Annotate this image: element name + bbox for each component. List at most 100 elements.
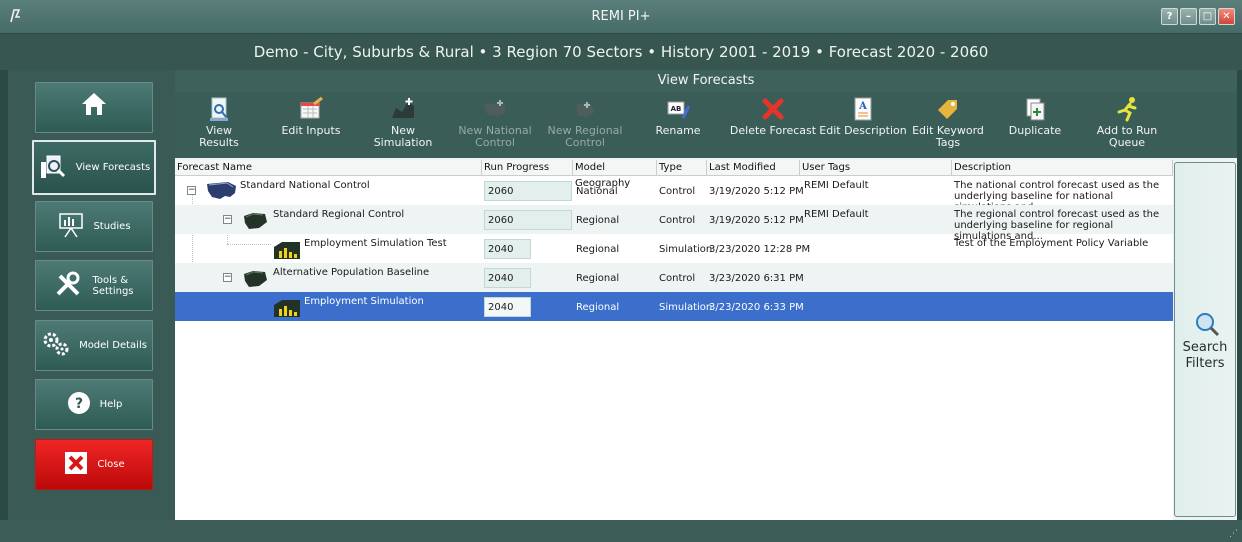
close-icon: [63, 450, 89, 479]
column-header-model-geography[interactable]: Model Geography: [573, 160, 657, 189]
table-row[interactable]: Employment Simulation Test 2040 Regional…: [175, 234, 1173, 263]
tag-icon: [938, 100, 957, 119]
nav-label: Model Details: [79, 340, 147, 351]
view-results-icon: [210, 97, 228, 121]
nav-tools-settings-button[interactable]: Tools & Settings: [35, 260, 153, 311]
table-row[interactable]: − Alternative Population Baseline 2040 R…: [175, 263, 1173, 292]
svg-text:A: A: [858, 101, 867, 112]
edit-description-icon: A: [854, 97, 872, 121]
svg-text:AB: AB: [671, 105, 682, 113]
view-results-button[interactable]: View Results: [189, 96, 249, 149]
title-bar: REMI PI+ ? – □ ✕: [0, 0, 1242, 34]
forecast-name: Standard Regional Control: [273, 209, 405, 220]
left-nav: View Forecasts Studies Tools & Settings …: [8, 70, 175, 520]
column-header-description[interactable]: Description: [952, 160, 1173, 176]
svg-text:?: ?: [75, 396, 83, 412]
edit-description-button[interactable]: A Edit Description: [819, 96, 907, 137]
panel-title: View Forecasts: [175, 70, 1237, 92]
window-title: REMI PI+: [591, 9, 651, 24]
rename-button[interactable]: AB Rename: [648, 96, 708, 137]
new-regional-control-button[interactable]: New Regional Control: [545, 96, 625, 149]
collapse-toggle[interactable]: −: [223, 273, 232, 282]
help-icon: ?: [66, 390, 92, 419]
minimize-button[interactable]: –: [1180, 8, 1197, 25]
table-row[interactable]: − Standard Regional Control 2060 Regiona…: [175, 205, 1173, 242]
delete-icon: [762, 98, 784, 120]
nav-close-button[interactable]: Close: [35, 439, 153, 490]
last-modified: 3/19/2020 5:12 PM: [709, 215, 804, 226]
nav-label: Tools & Settings: [92, 274, 134, 297]
description: Test of the Employment Policy Variable: [954, 238, 1149, 249]
add-to-run-queue-button[interactable]: Add to Run Queue: [1092, 96, 1162, 149]
run-progress: 2060: [484, 181, 572, 201]
new-simulation-icon: [392, 98, 414, 118]
nav-label: View Forecasts: [75, 162, 151, 173]
region-map-icon: [244, 213, 267, 229]
main-panel: View Forecasts View Results Edit Inputs …: [175, 70, 1237, 520]
edit-inputs-button[interactable]: Edit Inputs: [281, 96, 341, 137]
last-modified: 3/23/2020 6:31 PM: [709, 273, 804, 284]
toolbar: View Results Edit Inputs New Simulation …: [175, 92, 1237, 158]
delete-forecast-button[interactable]: Delete Forecast: [725, 96, 821, 137]
resize-grip-icon[interactable]: ⋰: [1229, 529, 1238, 539]
column-header-run-progress[interactable]: Run Progress: [482, 160, 573, 176]
maximize-button[interactable]: □: [1199, 8, 1216, 25]
forecast-name: Employment Simulation: [304, 296, 424, 307]
simulation-chart-icon: [274, 242, 300, 259]
collapse-toggle[interactable]: −: [187, 186, 196, 195]
last-modified: 3/23/2020 6:33 PM: [709, 302, 804, 313]
region-map-icon: [244, 271, 267, 287]
nav-label: Studies: [93, 221, 131, 232]
forecast-name: Standard National Control: [240, 180, 370, 191]
column-header-user-tags[interactable]: User Tags: [800, 160, 952, 176]
run-progress: 2040: [484, 297, 531, 317]
model-geography: Regional: [576, 273, 620, 284]
model-geography: Regional: [576, 215, 620, 226]
forecast-type: Simulation: [659, 244, 713, 255]
last-modified: 3/23/2020 12:28 PM: [709, 244, 811, 255]
run-progress: 2040: [484, 239, 531, 259]
table-row-selected[interactable]: Employment Simulation 2040 Regional Simu…: [175, 292, 1173, 321]
view-forecasts-icon: [38, 152, 68, 183]
tools-icon: [54, 270, 84, 301]
forecast-type: Control: [659, 186, 696, 197]
new-simulation-button[interactable]: New Simulation: [361, 96, 445, 149]
table-row[interactable]: − Standard National Control 2060 Nationa…: [175, 176, 1173, 213]
table-header: Forecast Name Run Progress Model Geograp…: [175, 160, 1173, 189]
search-filters-label: Search Filters: [1182, 340, 1228, 371]
rename-icon: AB: [667, 101, 691, 119]
user-tags: REMI Default: [804, 209, 869, 220]
forecast-type: Simulation: [659, 302, 713, 313]
column-header-forecast-name[interactable]: Forecast Name: [175, 160, 482, 176]
forecast-type: Control: [659, 273, 696, 284]
forecast-table: Forecast Name Run Progress Model Geograp…: [175, 160, 1173, 520]
search-filters-button[interactable]: Search Filters: [1174, 162, 1236, 517]
collapse-toggle[interactable]: −: [223, 215, 232, 224]
gears-icon: [41, 330, 71, 361]
forecast-name: Alternative Population Baseline: [273, 267, 430, 278]
forecast-name: Employment Simulation Test: [304, 238, 447, 249]
us-map-icon: [207, 182, 236, 199]
edit-inputs-icon: [300, 96, 323, 119]
column-header-type[interactable]: Type: [657, 160, 707, 176]
studies-icon: [57, 211, 85, 242]
new-national-control-button[interactable]: New National Control: [455, 96, 535, 149]
model-summary: Demo - City, Suburbs & Rural • 3 Region …: [0, 34, 1242, 70]
edit-keyword-tags-button[interactable]: Edit Keyword Tags: [912, 96, 984, 149]
duplicate-icon: [1026, 98, 1045, 121]
nav-help-button[interactable]: ? Help: [35, 379, 153, 430]
run-progress: 2060: [484, 210, 572, 230]
search-icon: [1196, 313, 1220, 337]
nav-studies-button[interactable]: Studies: [35, 201, 153, 252]
last-modified: 3/19/2020 5:12 PM: [709, 186, 804, 197]
close-window-button[interactable]: ✕: [1218, 8, 1235, 25]
nav-home-button[interactable]: [35, 82, 153, 133]
column-header-last-modified[interactable]: Last Modified: [707, 160, 800, 176]
nav-view-forecasts-button[interactable]: View Forecasts: [32, 140, 156, 195]
help-window-button[interactable]: ?: [1161, 8, 1178, 25]
model-geography: National: [576, 186, 618, 197]
nav-model-details-button[interactable]: Model Details: [35, 320, 153, 371]
region-map-icon: [576, 102, 594, 117]
duplicate-button[interactable]: Duplicate: [1005, 96, 1065, 137]
nav-label: Close: [97, 459, 125, 470]
